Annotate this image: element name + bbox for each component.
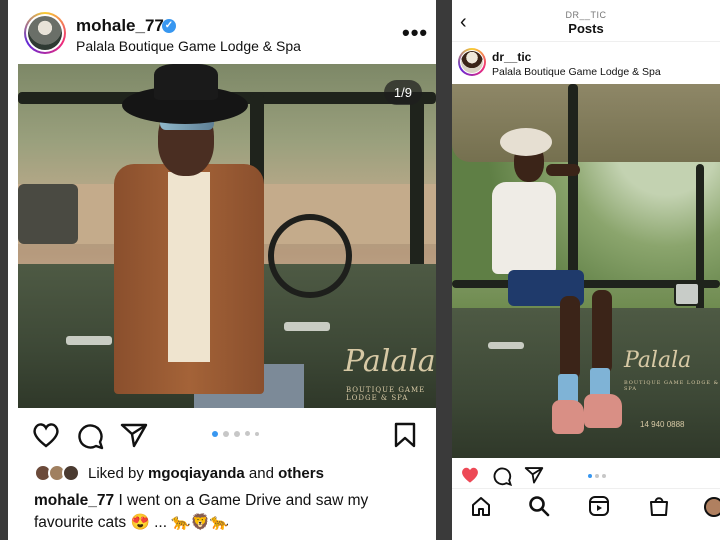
logo-text: Palala (344, 344, 436, 379)
location[interactable]: Palala Boutique Game Lodge & Spa (76, 38, 301, 54)
logo-text: Palala (624, 348, 692, 373)
bookmark-icon[interactable] (394, 422, 416, 448)
post-caption: mohale_77 I went on a Game Drive and saw… (34, 490, 424, 534)
share-icon[interactable] (524, 466, 544, 484)
logo-subtitle: BOUTIQUE GAME LODGE & SPA (346, 386, 426, 402)
avatar[interactable] (24, 12, 66, 54)
reels-icon[interactable] (588, 495, 610, 517)
location[interactable]: Palala Boutique Game Lodge & Spa (492, 66, 661, 78)
search-icon[interactable] (528, 495, 550, 517)
profile-icon[interactable] (704, 497, 720, 517)
left-edge-bar (0, 0, 8, 540)
carousel-indicator (588, 474, 606, 478)
carousel-indicator (212, 431, 259, 437)
verified-badge-icon: ✓ (162, 19, 176, 33)
liked-by-text[interactable]: Liked by mgoqiayanda and others (88, 465, 324, 482)
post-photo[interactable]: Palala BOUTIQUE GAME LODGE & SPA 14 940 … (452, 84, 720, 458)
logo-subtitle: BOUTIQUE GAME LODGE & SPA (624, 380, 720, 392)
plate-text: 14 940 0888 (640, 420, 685, 429)
right-post-panel: ‹ DR__TIC Posts dr__tic Palala Boutique … (452, 0, 720, 540)
posts-header: ‹ DR__TIC Posts (452, 0, 720, 42)
avatar[interactable] (458, 48, 486, 76)
post-photo[interactable]: Palala BOUTIQUE GAME LODGE & SPA 1/9 (18, 64, 436, 408)
liker-avatar (62, 464, 80, 482)
post-header: mohale_77 ✓ Palala Boutique Game Lodge &… (8, 0, 436, 64)
comment-icon[interactable] (492, 466, 512, 486)
username[interactable]: mohale_77 (76, 16, 164, 36)
header-account: DR__TIC (565, 10, 607, 20)
home-icon[interactable] (470, 495, 492, 517)
heart-filled-icon[interactable] (460, 466, 480, 484)
post-header: dr__tic Palala Boutique Game Lodge & Spa (452, 42, 720, 84)
left-post-panel: mohale_77 ✓ Palala Boutique Game Lodge &… (8, 0, 436, 540)
photo-counter-badge: 1/9 (383, 80, 422, 105)
post-actions: Liked by mgoqiayanda and others mohale_7… (8, 408, 436, 540)
comment-icon[interactable] (76, 422, 104, 450)
heart-icon[interactable] (32, 422, 60, 448)
more-options-icon[interactable]: ••• (402, 22, 428, 44)
caption-username[interactable]: mohale_77 (34, 492, 114, 509)
username[interactable]: dr__tic (492, 50, 531, 64)
post-actions (452, 460, 720, 488)
bottom-navigation (452, 488, 720, 524)
share-icon[interactable] (120, 422, 148, 448)
page-title: Posts (568, 21, 604, 36)
center-divider (436, 0, 452, 540)
shop-icon[interactable] (648, 495, 670, 517)
